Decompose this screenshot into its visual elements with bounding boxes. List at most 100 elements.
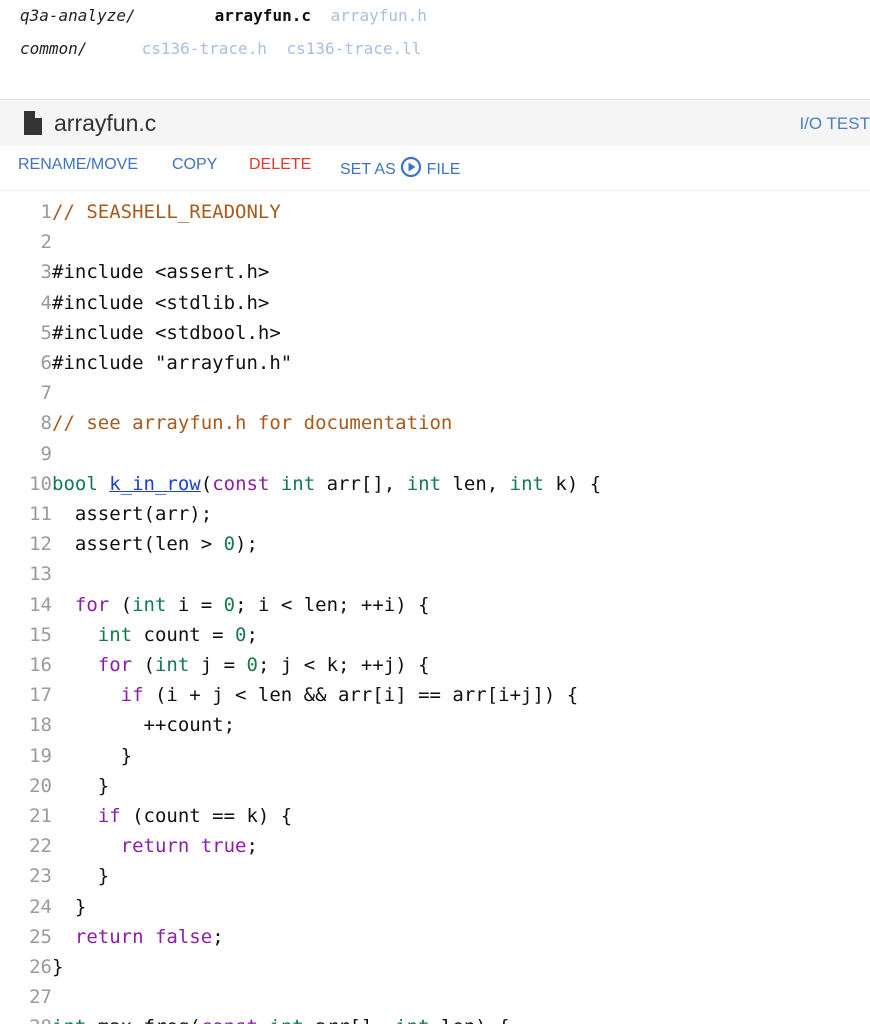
code-token: bool bbox=[52, 472, 98, 495]
code-token: if bbox=[120, 684, 144, 707]
line-number: 15 bbox=[29, 623, 52, 646]
copy-button[interactable]: COPY bbox=[172, 156, 217, 174]
line-number: 26 bbox=[29, 956, 52, 978]
code-token: k) { bbox=[543, 472, 602, 495]
play-circle-icon bbox=[401, 156, 422, 178]
code-token: count = bbox=[132, 623, 236, 646]
file-header: arrayfun.c I/O TEST bbox=[0, 99, 870, 147]
code-text: ++count; bbox=[52, 710, 236, 740]
code-line[interactable]: 11 assert(arr); bbox=[0, 499, 870, 529]
line-number: 3 bbox=[40, 261, 52, 284]
code-text: int max_freq(const int arr[], int len) { bbox=[52, 1012, 510, 1024]
set-as-run-file-button[interactable]: SET AS FILE bbox=[340, 156, 460, 179]
line-number: 17 bbox=[29, 684, 52, 707]
file-link-active[interactable]: arrayfun.c bbox=[215, 6, 311, 25]
code-line[interactable]: 17 if (i + j < len && arr[i] == arr[i+j]… bbox=[0, 680, 870, 710]
code-token: int bbox=[52, 1016, 86, 1024]
delete-button[interactable]: DELETE bbox=[249, 156, 311, 174]
code-text: } bbox=[52, 861, 109, 891]
folder-link[interactable]: q3a-analyze/ bbox=[20, 6, 205, 25]
code-text: #include <stdbool.h> bbox=[52, 318, 281, 348]
code-token: len) { bbox=[430, 1016, 510, 1024]
code-text: // see arrayfun.h for documentation bbox=[52, 408, 452, 438]
file-icon bbox=[24, 111, 42, 135]
code-line[interactable]: 13 bbox=[0, 559, 870, 589]
code-line[interactable]: 3 #include <assert.h> bbox=[0, 257, 870, 287]
code-token: const bbox=[201, 1016, 258, 1024]
code-token: k_in_row bbox=[109, 472, 201, 495]
code-token: ; bbox=[212, 925, 224, 948]
code-line[interactable]: 15 int count = 0; bbox=[0, 620, 870, 650]
code-text: return true; bbox=[52, 831, 258, 861]
file-navigator: q3a-analyze/ arrayfun.c arrayfun.h commo… bbox=[0, 0, 870, 100]
code-token: int bbox=[406, 472, 442, 495]
line-number: 5 bbox=[40, 321, 52, 344]
code-token: ++count; bbox=[52, 714, 236, 737]
code-line[interactable]: 18 ++count; bbox=[0, 710, 870, 740]
code-text: if (count == k) { bbox=[52, 801, 292, 831]
code-line[interactable]: 19 } bbox=[0, 741, 870, 771]
file-link[interactable]: arrayfun.h bbox=[331, 6, 427, 25]
code-line[interactable]: 7 bbox=[0, 378, 870, 408]
line-number: 8 bbox=[40, 412, 52, 435]
code-token: true bbox=[200, 835, 247, 858]
code-line[interactable]: 26} bbox=[0, 952, 870, 982]
code-line[interactable]: 5 #include <stdbool.h> bbox=[0, 318, 870, 348]
code-text: if (i + j < len && arr[i] == arr[i+j]) { bbox=[52, 680, 579, 710]
code-token: assert(arr); bbox=[52, 503, 213, 525]
line-number: 25 bbox=[29, 925, 52, 948]
code-token: } bbox=[52, 744, 133, 767]
code-text: } bbox=[52, 952, 63, 982]
code-line[interactable]: 8// see arrayfun.h for documentation bbox=[0, 408, 870, 438]
code-token: max_freq( bbox=[86, 1016, 201, 1024]
rename-move-button[interactable]: RENAME/MOVE bbox=[18, 156, 138, 174]
file-link[interactable]: cs136-trace.h bbox=[142, 39, 267, 58]
code-token: len, bbox=[441, 472, 510, 495]
code-line[interactable]: 9 bbox=[0, 439, 870, 469]
code-text: #include <stdlib.h> bbox=[52, 288, 269, 318]
line-number: 10 bbox=[29, 472, 52, 495]
code-line[interactable]: 4 #include <stdlib.h> bbox=[0, 288, 870, 318]
code-line[interactable]: 16 for (int j = 0; j < k; ++j) { bbox=[0, 650, 870, 680]
code-line[interactable]: 12 assert(len > 0); bbox=[0, 529, 870, 559]
code-token: } bbox=[52, 895, 87, 918]
code-editor[interactable]: 1// SEASHELL_READONLY 2 3 #include <assert.… bbox=[0, 196, 870, 1024]
code-token: ( bbox=[132, 654, 155, 676]
code-line[interactable]: 23 } bbox=[0, 861, 870, 891]
file-label: FILE bbox=[426, 161, 461, 178]
code-line[interactable]: 21 if (count == k) { bbox=[0, 801, 870, 831]
code-line[interactable]: 27 bbox=[0, 982, 870, 1012]
code-token: const bbox=[212, 472, 270, 495]
code-token: } bbox=[52, 774, 110, 797]
code-line[interactable]: 10 bool k_in_row(const int arr[], int len… bbox=[0, 469, 870, 499]
io-tests-button[interactable]: I/O TEST bbox=[799, 114, 870, 134]
code-token: j = bbox=[189, 654, 247, 676]
line-number: 13 bbox=[29, 563, 52, 586]
code-line[interactable]: 25 return false; bbox=[0, 922, 870, 952]
line-number: 4 bbox=[40, 291, 52, 314]
code-line[interactable]: 28int max_freq(const int arr[], int len)… bbox=[0, 1012, 870, 1024]
code-token: ( bbox=[200, 472, 213, 495]
code-line[interactable]: 14 for (int i = 0; i < len; ++i) { bbox=[0, 590, 870, 620]
code-line[interactable]: 20 } bbox=[0, 771, 870, 801]
code-text: assert(arr); bbox=[52, 499, 212, 529]
line-number: 23 bbox=[29, 865, 52, 888]
file-link[interactable]: cs136-trace.ll bbox=[287, 39, 422, 58]
code-line[interactable]: 24 } bbox=[0, 892, 870, 922]
code-token: return bbox=[74, 925, 144, 948]
folder-link[interactable]: common/ bbox=[20, 39, 132, 58]
code-text: #include <assert.h> bbox=[52, 257, 269, 287]
line-number: 28 bbox=[0, 1012, 52, 1024]
code-line[interactable]: 1// SEASHELL_READONLY bbox=[0, 197, 870, 227]
set-as-label: SET AS bbox=[340, 161, 396, 178]
code-line[interactable]: 2 bbox=[0, 227, 870, 257]
nav-row: q3a-analyze/ arrayfun.c arrayfun.h bbox=[20, 6, 437, 25]
code-line[interactable]: 22 return true; bbox=[0, 831, 870, 861]
code-token: int bbox=[97, 623, 133, 646]
code-line[interactable]: 6 #include "arrayfun.h" bbox=[0, 348, 870, 378]
line-number: 24 bbox=[29, 895, 52, 918]
